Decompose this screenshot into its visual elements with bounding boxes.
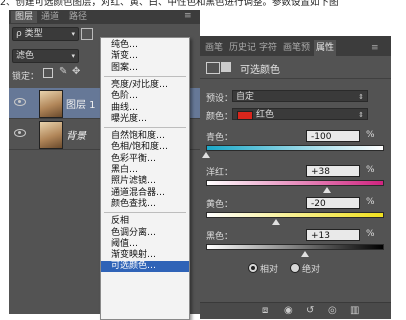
visibility-icon[interactable]: ◎ bbox=[328, 305, 337, 316]
divider bbox=[200, 78, 391, 79]
filter-type-select[interactable]: ρ 类型 ▾ bbox=[12, 27, 79, 41]
layer-thumbnail bbox=[39, 90, 63, 118]
menu-item[interactable]: 色相/饱和度… bbox=[101, 142, 189, 153]
relative-radio[interactable] bbox=[248, 263, 258, 273]
eye-icon[interactable] bbox=[14, 98, 26, 106]
lock-transparent-icon[interactable] bbox=[43, 68, 53, 78]
menu-item[interactable]: 可选颜色… bbox=[101, 261, 189, 273]
clip-to-layer-icon[interactable]: ⧈ bbox=[262, 305, 268, 316]
slider-thumb[interactable] bbox=[301, 251, 310, 257]
absolute-radio[interactable] bbox=[290, 263, 300, 273]
reset-icon[interactable]: ↺ bbox=[306, 305, 314, 316]
menu-item[interactable]: 照片滤镜… bbox=[101, 176, 189, 187]
chevron-updown-icon: ⇕ bbox=[358, 93, 364, 101]
adjustment-icon bbox=[206, 62, 220, 74]
black-slider-track[interactable] bbox=[206, 244, 384, 250]
tab-channels[interactable]: 通道 bbox=[37, 11, 63, 23]
red-color-swatch bbox=[237, 111, 253, 120]
menu-item[interactable]: 颜色查找… bbox=[101, 199, 189, 210]
percent-label: % bbox=[366, 165, 375, 175]
colors-label: 颜色： bbox=[206, 112, 234, 122]
chevron-down-icon: ▾ bbox=[71, 52, 75, 60]
tab-history[interactable]: 历史记 bbox=[227, 40, 258, 56]
menu-item[interactable]: 亮度/对比度… bbox=[101, 80, 189, 91]
cyan-slider-track[interactable] bbox=[206, 145, 384, 151]
panel-menu-icon[interactable]: ≡ bbox=[180, 10, 196, 22]
menu-item[interactable]: 黑白… bbox=[101, 165, 189, 176]
menu-item[interactable]: 纯色… bbox=[101, 40, 189, 51]
menu-item[interactable]: 反相 bbox=[101, 216, 189, 227]
preset-select[interactable]: 自定 ⇕ bbox=[232, 90, 368, 102]
layer-name[interactable]: 背景 bbox=[66, 127, 86, 142]
lock-move-icon[interactable]: ✥ bbox=[72, 66, 80, 77]
menu-item[interactable]: 色彩平衡… bbox=[101, 154, 189, 165]
layer-name[interactable]: 图层 1 bbox=[66, 96, 96, 111]
layer-thumbnail bbox=[39, 121, 63, 149]
tab-layers[interactable]: 图层 bbox=[11, 11, 38, 23]
relative-label: 相对 bbox=[260, 265, 279, 275]
filter-type-label: ρ 类型 bbox=[16, 29, 43, 39]
menu-item[interactable]: 通道混合器… bbox=[101, 188, 189, 199]
absolute-label: 绝对 bbox=[302, 265, 321, 275]
menu-item[interactable]: 阈值… bbox=[101, 239, 189, 250]
menu-separator bbox=[104, 127, 186, 129]
black-value-field[interactable]: +13 bbox=[306, 229, 360, 241]
colors-value: 红色 bbox=[256, 110, 275, 120]
tab-character[interactable]: 字符 bbox=[257, 40, 279, 56]
percent-label: % bbox=[366, 229, 375, 239]
menu-item[interactable]: 图案… bbox=[101, 63, 189, 74]
trash-icon[interactable]: ▥ bbox=[350, 305, 359, 316]
lock-label: 锁定： bbox=[12, 72, 40, 82]
lock-paint-icon[interactable]: ✎ bbox=[59, 66, 67, 77]
magenta-slider-track[interactable] bbox=[206, 180, 384, 186]
menu-item[interactable]: 自然饱和度… bbox=[101, 131, 189, 142]
percent-label: % bbox=[366, 130, 375, 140]
panel-menu-icon[interactable]: ≡ bbox=[369, 40, 381, 56]
properties-tab-bar: 画笔 历史记 字符 画笔预 属性 ≡ bbox=[200, 36, 391, 56]
slider-label: 洋红： bbox=[206, 168, 234, 178]
chevron-down-icon: ▾ bbox=[71, 30, 75, 38]
slider-label: 青色： bbox=[206, 133, 234, 143]
menu-item[interactable]: 渐变… bbox=[101, 51, 189, 62]
menu-separator bbox=[104, 75, 186, 77]
colors-select[interactable]: 红色 ⇕ bbox=[232, 108, 368, 120]
cyan-value-field[interactable]: -100 bbox=[306, 130, 360, 142]
slider-thumb[interactable] bbox=[272, 219, 281, 225]
magenta-value-field[interactable]: +38 bbox=[306, 165, 360, 177]
preset-value: 自定 bbox=[236, 92, 255, 102]
menu-item[interactable]: 曝光度… bbox=[101, 114, 189, 125]
tab-brush[interactable]: 画笔 bbox=[203, 40, 225, 56]
slider-thumb[interactable] bbox=[323, 187, 332, 193]
layers-tab-bar: 图层 通道 路径 ≡ bbox=[9, 10, 200, 24]
mask-icon[interactable] bbox=[221, 62, 231, 72]
menu-separator bbox=[104, 212, 186, 214]
tab-paths[interactable]: 路径 bbox=[65, 11, 91, 23]
slider-label: 黄色： bbox=[206, 200, 234, 210]
properties-bottom-toolbar: ⧈ ◉ ↺ ◎ ▥ bbox=[200, 302, 391, 319]
panel-title: 可选颜色 bbox=[240, 65, 280, 76]
percent-label: % bbox=[366, 197, 375, 207]
slider-thumb[interactable] bbox=[202, 152, 210, 158]
blend-mode-value: 滤色 bbox=[16, 51, 35, 61]
tab-properties[interactable]: 属性 bbox=[314, 40, 337, 56]
eye-icon[interactable] bbox=[14, 129, 26, 137]
menu-item[interactable]: 色阶… bbox=[101, 91, 189, 102]
menu-item[interactable]: 色调分离… bbox=[101, 228, 189, 239]
preset-label: 预设： bbox=[206, 94, 234, 104]
properties-panel: 画笔 历史记 字符 画笔预 属性 ≡ 可选颜色 预设： 自定 ⇕ 颜色： 红色 … bbox=[200, 36, 391, 319]
blend-mode-select[interactable]: 滤色 ▾ bbox=[12, 49, 79, 63]
menu-item[interactable]: 渐变映射… bbox=[101, 250, 189, 261]
view-previous-icon[interactable]: ◉ bbox=[284, 305, 293, 316]
adjustment-layer-menu: 纯色… 渐变… 图案… 亮度/对比度… 色阶… 曲线… 曝光度… 自然饱和度… 色相/饱和度… 色… bbox=[100, 37, 190, 320]
image-filter-icon[interactable] bbox=[81, 28, 93, 40]
chevron-updown-icon: ⇕ bbox=[358, 111, 364, 119]
tab-brush-presets[interactable]: 画笔预 bbox=[281, 40, 312, 56]
yellow-value-field[interactable]: -20 bbox=[306, 197, 360, 209]
yellow-slider-track[interactable] bbox=[206, 212, 384, 218]
menu-item[interactable]: 曲线… bbox=[101, 103, 189, 114]
slider-label: 黑色： bbox=[206, 232, 234, 242]
